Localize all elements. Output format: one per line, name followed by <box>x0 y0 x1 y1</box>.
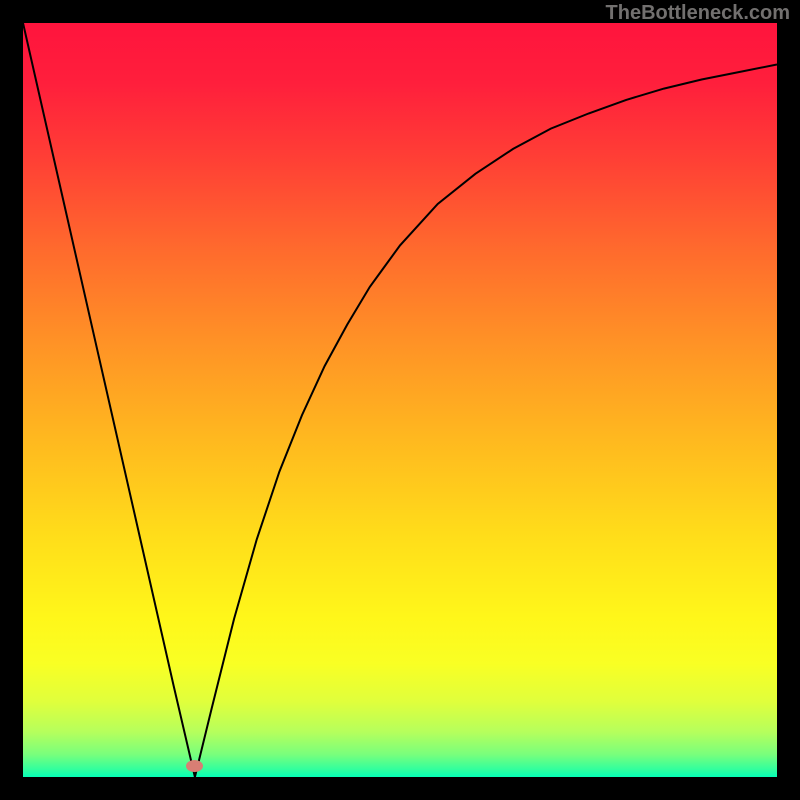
chart-frame: TheBottleneck.com <box>0 0 800 800</box>
attribution-label: TheBottleneck.com <box>606 2 790 25</box>
bottleneck-curve <box>23 23 777 777</box>
plot-area <box>23 23 777 777</box>
curve-svg <box>23 23 777 777</box>
